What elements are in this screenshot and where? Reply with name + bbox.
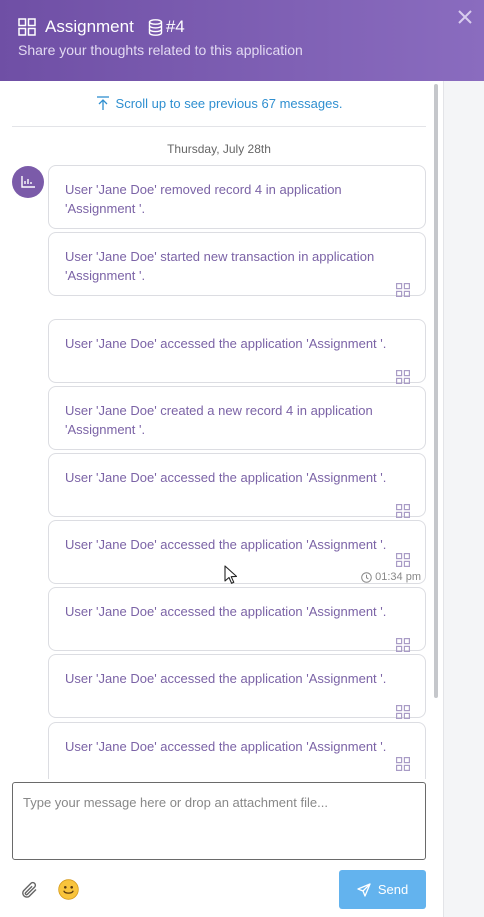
mouse-cursor-icon [224,565,238,584]
message-item[interactable]: User 'Jane Doe' started new transaction … [48,232,426,297]
message-item[interactable]: User 'Jane Doe' created a new record 4 i… [48,386,426,450]
upload-arrow-icon [96,96,109,110]
message-item[interactable]: User 'Jane Doe' removed record 4 in appl… [48,165,426,229]
message-text: User 'Jane Doe' accessed the application… [65,336,387,351]
side-panel [443,81,484,917]
message-text: User 'Jane Doe' accessed the application… [65,470,387,485]
bar-chart-icon [21,176,35,188]
header-title: Assignment [45,17,134,36]
message-input[interactable] [12,782,426,860]
grid-icon[interactable] [396,283,410,297]
send-button[interactable]: Send [339,870,426,909]
message-feed[interactable]: Scroll up to see previous 67 messages. T… [0,81,443,779]
scroll-up-link[interactable]: Scroll up to see previous 67 messages. [12,81,426,127]
message-item[interactable]: User 'Jane Doe' accessed the application… [48,654,426,719]
message-item[interactable]: User 'Jane Doe' accessed the application… [48,722,426,779]
clock-icon [361,571,372,583]
emoji-icon[interactable] [58,879,79,900]
date-separator: Thursday, July 28th [167,142,271,156]
message-text: User 'Jane Doe' accessed the application… [65,537,387,552]
grid-icon[interactable] [396,757,410,771]
message-item[interactable]: User 'Jane Doe' accessed the application… [48,453,426,518]
avatar [12,166,44,198]
close-icon[interactable] [456,8,474,26]
grid-icon [18,18,36,36]
grid-icon[interactable] [396,553,410,567]
timestamp-text: 01:34 pm [375,571,421,583]
grid-icon[interactable] [396,705,410,719]
chat-header: Assignment #4 Share your thoughts relate… [0,0,484,81]
scroll-up-text: Scroll up to see previous 67 messages. [115,96,343,111]
paperclip-icon[interactable] [20,880,40,900]
message-text: User 'Jane Doe' removed record 4 in appl… [65,182,342,216]
header-subtitle: Share your thoughts related to this appl… [18,42,303,58]
grid-icon[interactable] [396,370,410,384]
message-item[interactable]: User 'Jane Doe' accessed the application… [48,587,426,652]
database-icon [148,18,163,36]
message-text: User 'Jane Doe' accessed the application… [65,604,387,619]
message-text: User 'Jane Doe' started new transaction … [65,249,375,283]
grid-icon[interactable] [396,638,410,652]
header-title-row: Assignment #4 [18,16,185,38]
message-text: User 'Jane Doe' accessed the application… [65,739,387,754]
paper-plane-icon [357,882,371,897]
message-timestamp: 01:34 pm [361,571,421,583]
message-text: User 'Jane Doe' accessed the application… [65,671,387,686]
send-label: Send [377,882,409,897]
grid-icon[interactable] [396,504,410,518]
feed-scrollbar[interactable] [434,84,438,698]
message-item[interactable]: User 'Jane Doe' accessed the application… [48,319,426,384]
record-number: #4 [165,17,185,36]
message-text: User 'Jane Doe' created a new record 4 i… [65,403,373,437]
